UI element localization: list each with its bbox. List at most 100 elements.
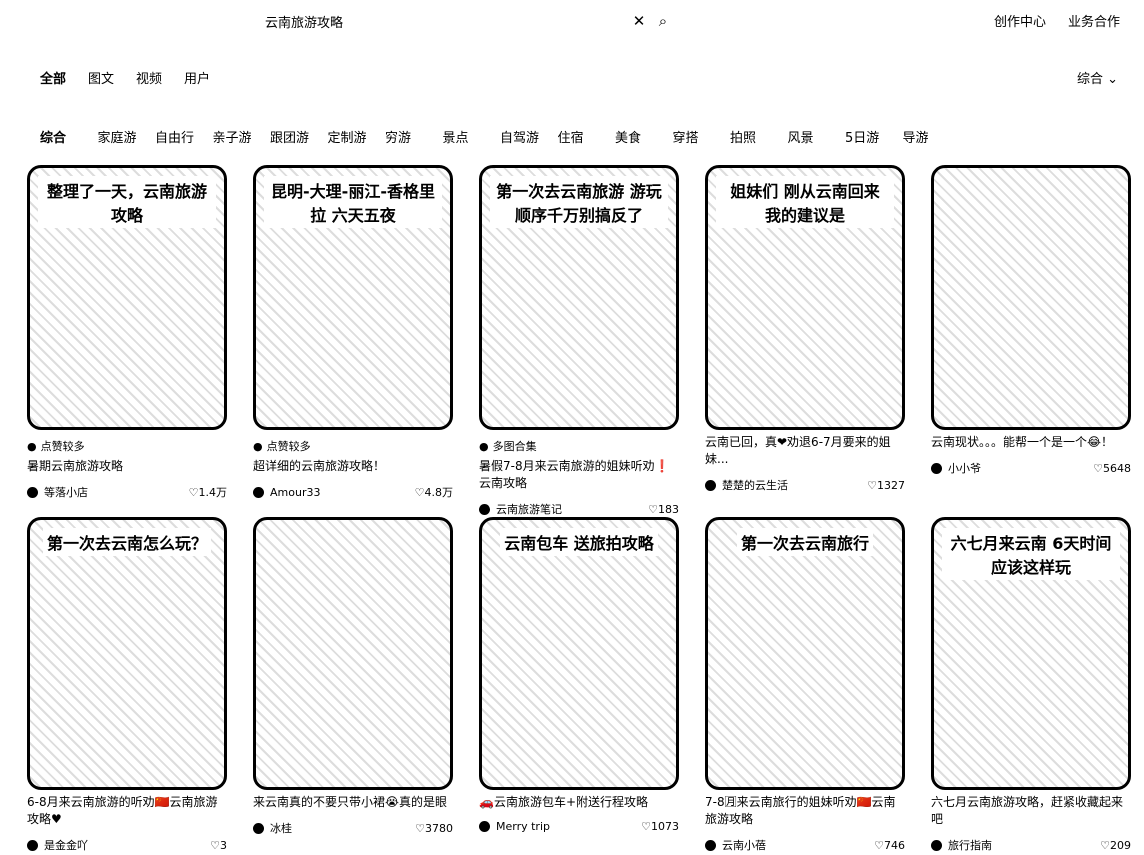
note-title[interactable]: 来云南真的不要只带小裙😭真的是眼 — [253, 794, 453, 811]
tab-type[interactable]: 图文 — [88, 68, 114, 87]
like-button[interactable]: ♡209 — [1100, 839, 1131, 852]
author[interactable]: 楚楚的云生活 — [705, 477, 788, 493]
business-link[interactable]: 业务合作 — [1068, 11, 1120, 30]
note-card[interactable]: 第一次去云南怎么玩？ 6-8月来云南旅游的听劝🇨🇳云南旅游攻略♥ 是金金吖 ♡3 — [27, 517, 227, 853]
like-button[interactable]: ♡1327 — [867, 479, 905, 492]
avatar — [253, 822, 264, 834]
note-cover-image[interactable]: 昆明-大理-丽江-香格里拉 六天五夜 — [253, 165, 453, 430]
note-title[interactable]: 六七月云南旅游攻略，赶紧收藏起来吧 — [931, 794, 1131, 828]
tag-filter[interactable]: 穷游 — [385, 127, 443, 146]
cover-headline: 姐妹们 刚从云南回来 我的建议是 — [716, 176, 894, 228]
note-cover-image[interactable]: 第一次去云南怎么玩？ — [27, 517, 227, 790]
tag-filter[interactable]: 综合 — [40, 127, 98, 146]
tag-filter[interactable]: 跟团游 — [270, 127, 328, 146]
like-button[interactable]: ♡5648 — [1093, 462, 1131, 475]
tag-filter[interactable]: 景点 — [443, 127, 501, 146]
note-cover-image[interactable]: 云南包车 送旅拍攻略 — [479, 517, 679, 790]
close-icon[interactable]: ✕ — [627, 12, 651, 30]
note-title[interactable]: 🚗云南旅游包车+附送行程攻略 — [479, 794, 679, 811]
note-cover-image[interactable]: 六七月来云南 6天时间 应该这样玩 — [931, 517, 1131, 790]
author[interactable]: 旅行指南 — [931, 837, 992, 853]
tag-filter[interactable]: 拍照 — [730, 127, 788, 146]
note-card[interactable]: 云南包车 送旅拍攻略 🚗云南旅游包车+附送行程攻略 Merry trip ♡1073 — [479, 517, 679, 833]
author-name: Amour33 — [270, 485, 321, 499]
tag-filter[interactable]: 风景 — [788, 127, 846, 146]
tag-filter[interactable]: 自驾游 — [500, 127, 558, 146]
note-cover-image[interactable]: 姐妹们 刚从云南回来 我的建议是 — [705, 165, 905, 430]
like-button[interactable]: ♡3 — [210, 839, 227, 852]
note-cover-image[interactable]: 第一次去云南旅游 游玩顺序千万别搞反了 — [479, 165, 679, 430]
cover-headline: 昆明-大理-丽江-香格里拉 六天五夜 — [264, 176, 442, 228]
note-card[interactable]: 第一次去云南旅行 7-8🈷来云南旅行的姐妹听劝🇨🇳云南旅游攻略云南小蓓 ♡746 — [705, 517, 905, 853]
note-card[interactable]: 来云南真的不要只带小裙😭真的是眼 冰桂 ♡3780 — [253, 517, 453, 836]
like-button[interactable]: ♡1073 — [641, 820, 679, 833]
like-button[interactable]: ♡746 — [874, 839, 905, 852]
tag-filter[interactable]: 住宿 — [558, 127, 616, 146]
note-card[interactable]: 云南现状。。。能帮一个是一个😂！ 小小爷 ♡5648 — [931, 165, 1131, 476]
tag-filter[interactable]: 定制游 — [328, 127, 386, 146]
cover-headline: 整理了一天，云南旅游攻略 — [38, 176, 216, 228]
note-title[interactable]: 6-8月来云南旅游的听劝🇨🇳云南旅游攻略♥ — [27, 794, 227, 828]
tag-filter[interactable]: 5日游 — [845, 127, 903, 146]
tag-filter[interactable]: 美食 — [615, 127, 673, 146]
like-button[interactable]: ♡3780 — [415, 822, 453, 835]
tab-type[interactable]: 用户 — [184, 68, 210, 87]
author[interactable]: 云南旅游笔记 — [479, 501, 562, 517]
note-title[interactable]: 暑期云南旅游攻略 — [27, 458, 227, 475]
note-source: 多图合集 — [492, 440, 537, 453]
search-icon[interactable]: ⌕ — [651, 12, 675, 30]
sort-label: 综合 — [1076, 72, 1103, 87]
cover-headline: 第一次去云南旅行 — [736, 528, 873, 556]
heart-icon: ♡ — [1093, 461, 1103, 475]
note-card[interactable]: 六七月来云南 6天时间 应该这样玩六七月云南旅游攻略，赶紧收藏起来吧旅行指南 ♡2… — [931, 517, 1131, 853]
note-source: 点赞较多 — [266, 440, 311, 453]
search-bar[interactable]: ✕ ⌕ — [265, 10, 675, 32]
like-count: 1.4万 — [198, 486, 228, 499]
tag-filter[interactable]: 亲子游 — [213, 127, 271, 146]
note-cover-image[interactable]: 整理了一天，云南旅游攻略 — [27, 165, 227, 430]
tab-type[interactable]: 视频 — [136, 68, 162, 87]
avatar — [27, 839, 38, 851]
source-icon: ● — [479, 439, 489, 453]
like-button[interactable]: ♡1.4万 — [189, 484, 227, 500]
note-card[interactable]: 昆明-大理-丽江-香格里拉 六天五夜 ● 点赞较多 超详细的云南旅游攻略！ Amour3… — [253, 165, 453, 500]
author[interactable]: 云南小蓓 — [705, 837, 766, 853]
like-button[interactable]: ♡183 — [648, 503, 679, 516]
avatar — [253, 486, 264, 498]
note-title[interactable]: 云南已回，真❤劝退6-7月要来的姐妹... — [705, 434, 905, 468]
author[interactable]: Amour33 — [253, 486, 320, 499]
note-title[interactable]: 7-8🈷来云南旅行的姐妹听劝🇨🇳云南旅游攻略 — [705, 794, 905, 828]
author-name: 是金金吖 — [44, 839, 88, 852]
like-count: 1327 — [877, 478, 905, 492]
author[interactable]: 冰桂 — [253, 820, 292, 836]
tag-filter[interactable]: 穿搭 — [673, 127, 731, 146]
note-card[interactable]: 整理了一天，云南旅游攻略 ● 点赞较多 暑期云南旅游攻略 等落小店 ♡1.4万 — [27, 165, 227, 500]
cover-headline: 六七月来云南 6天时间 应该这样玩 — [942, 528, 1120, 580]
note-title[interactable]: 云南现状。。。能帮一个是一个😂！ — [931, 434, 1131, 451]
avatar — [479, 503, 490, 515]
note-cover-image[interactable] — [931, 165, 1131, 430]
note-card[interactable]: 第一次去云南旅游 游玩顺序千万别搞反了 ● 多图合集暑假7-8月来云南旅游的姐妹听劝… — [479, 165, 679, 517]
heart-icon: ♡ — [188, 486, 199, 499]
tag-filter[interactable]: 自由行 — [155, 127, 213, 146]
note-cover-image[interactable] — [253, 517, 453, 790]
avatar — [27, 486, 38, 498]
tab-type[interactable]: 全部 — [40, 68, 66, 87]
heart-icon: ♡ — [414, 486, 425, 499]
tag-filter[interactable]: 家庭游 — [98, 127, 156, 146]
note-title[interactable]: 超详细的云南旅游攻略！ — [253, 458, 453, 475]
tag-filter[interactable]: 导游 — [903, 127, 961, 146]
author[interactable]: 小小爷 — [931, 460, 981, 476]
note-title[interactable]: 暑假7-8月来云南旅游的姐妹听劝❗云南攻略 — [479, 458, 679, 492]
like-button[interactable]: ♡4.8万 — [415, 484, 453, 500]
note-cover-image[interactable]: 第一次去云南旅行 — [705, 517, 905, 790]
search-input[interactable] — [265, 13, 627, 29]
sort-dropdown[interactable]: 综合 ⌄ — [1077, 68, 1118, 87]
author[interactable]: 是金金吖 — [27, 837, 88, 853]
author[interactable]: Merry trip — [479, 820, 550, 833]
like-count: 5648 — [1103, 461, 1131, 475]
heart-icon: ♡ — [641, 820, 651, 833]
creator-center-link[interactable]: 创作中心 — [994, 11, 1046, 30]
author[interactable]: 等落小店 — [27, 484, 88, 500]
note-card[interactable]: 姐妹们 刚从云南回来 我的建议是云南已回，真❤劝退6-7月要来的姐妹... 楚楚的… — [705, 165, 905, 493]
